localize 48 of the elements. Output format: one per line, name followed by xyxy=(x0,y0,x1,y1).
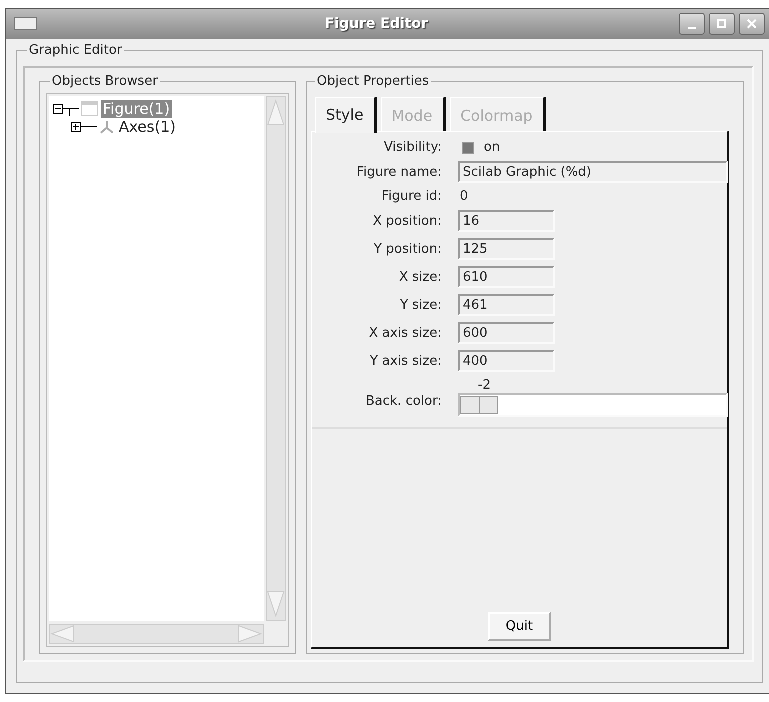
browser-title: Objects Browser xyxy=(51,74,159,89)
scroll-up-icon[interactable] xyxy=(267,97,285,127)
properties-title: Object Properties xyxy=(316,74,430,89)
close-button[interactable] xyxy=(739,13,765,35)
field-label: X position: xyxy=(372,214,442,228)
scroll-down-icon[interactable] xyxy=(267,590,285,620)
axes-icon xyxy=(99,119,115,135)
scroll-right-icon[interactable] xyxy=(237,625,263,643)
field-label: Y position: xyxy=(373,242,442,256)
input-field[interactable]: 600 xyxy=(458,322,555,344)
close-icon xyxy=(747,19,757,29)
group-title: Graphic Editor xyxy=(28,43,124,58)
field-label: Y axis size: xyxy=(369,354,442,368)
input-field[interactable]: 610 xyxy=(458,266,555,288)
slider-reading: -2 xyxy=(478,378,491,393)
collapse-icon[interactable] xyxy=(53,102,79,116)
input-field[interactable]: 400 xyxy=(458,350,555,372)
maximize-button[interactable] xyxy=(709,13,735,35)
checkbox-label: on xyxy=(484,140,500,155)
window-icon xyxy=(81,101,99,117)
window-title: Figure Editor xyxy=(324,16,430,32)
input-field[interactable]: 16 xyxy=(458,210,555,232)
minimize-button[interactable] xyxy=(679,13,705,35)
minimize-icon xyxy=(688,26,696,28)
field-label: Y size: xyxy=(399,298,442,312)
input-field[interactable]: 461 xyxy=(458,294,555,316)
slider-thumb[interactable] xyxy=(460,396,498,414)
vertical-scrollbar[interactable] xyxy=(266,96,286,621)
field-label: Visibility: xyxy=(383,140,442,155)
field-label: X size: xyxy=(398,270,442,284)
field-label: Figure name: xyxy=(356,164,442,180)
horizontal-scrollbar[interactable] xyxy=(49,624,264,644)
slider-track[interactable] xyxy=(458,393,728,417)
tree-item[interactable]: Axes(1) xyxy=(117,118,178,136)
field-label: Figure id: xyxy=(380,189,442,204)
field-label: X axis size: xyxy=(368,326,442,340)
field-label: Back. color: xyxy=(365,393,442,409)
quit-button[interactable]: Quit xyxy=(488,612,552,641)
tab[interactable]: Style xyxy=(315,97,377,133)
expand-icon[interactable] xyxy=(71,120,97,134)
scroll-left-icon[interactable] xyxy=(50,625,76,643)
tree-item[interactable]: Figure(1) xyxy=(101,100,172,118)
input-field[interactable]: Scilab Graphic (%d) xyxy=(458,161,728,183)
maximize-icon xyxy=(717,19,727,29)
input-field[interactable]: 125 xyxy=(458,238,555,260)
field-value: 0 xyxy=(459,189,470,204)
window-menu-icon[interactable] xyxy=(14,17,38,31)
checkbox[interactable] xyxy=(462,142,474,154)
